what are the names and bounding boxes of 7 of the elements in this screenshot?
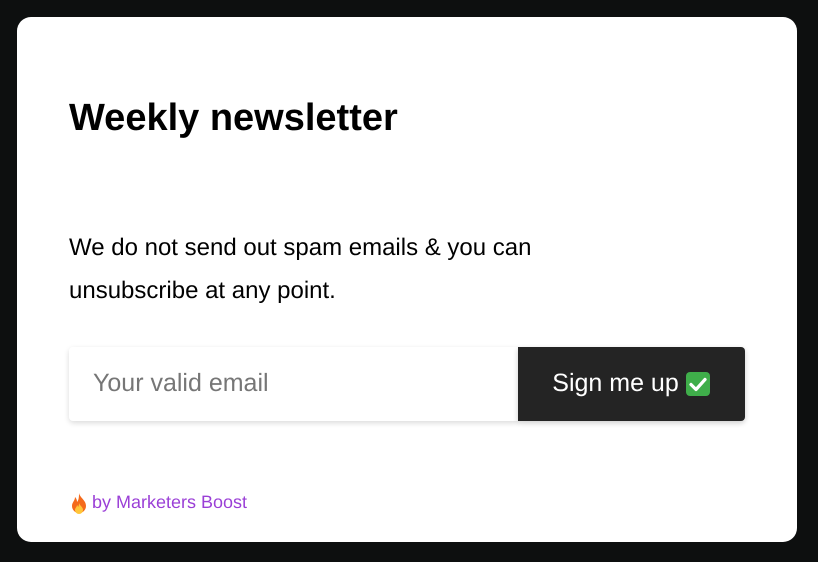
credit-link[interactable]: by Marketers Boost (92, 489, 248, 516)
fire-icon (69, 492, 89, 514)
heading: Weekly newsletter (69, 96, 398, 141)
email-field[interactable]: Your valid email (69, 347, 518, 421)
sign-up-button[interactable]: Sign me up (518, 347, 745, 421)
description: We do not send out spam emails & you can unsubscribe at any point. (69, 233, 532, 306)
checkmark-icon (684, 371, 711, 397)
